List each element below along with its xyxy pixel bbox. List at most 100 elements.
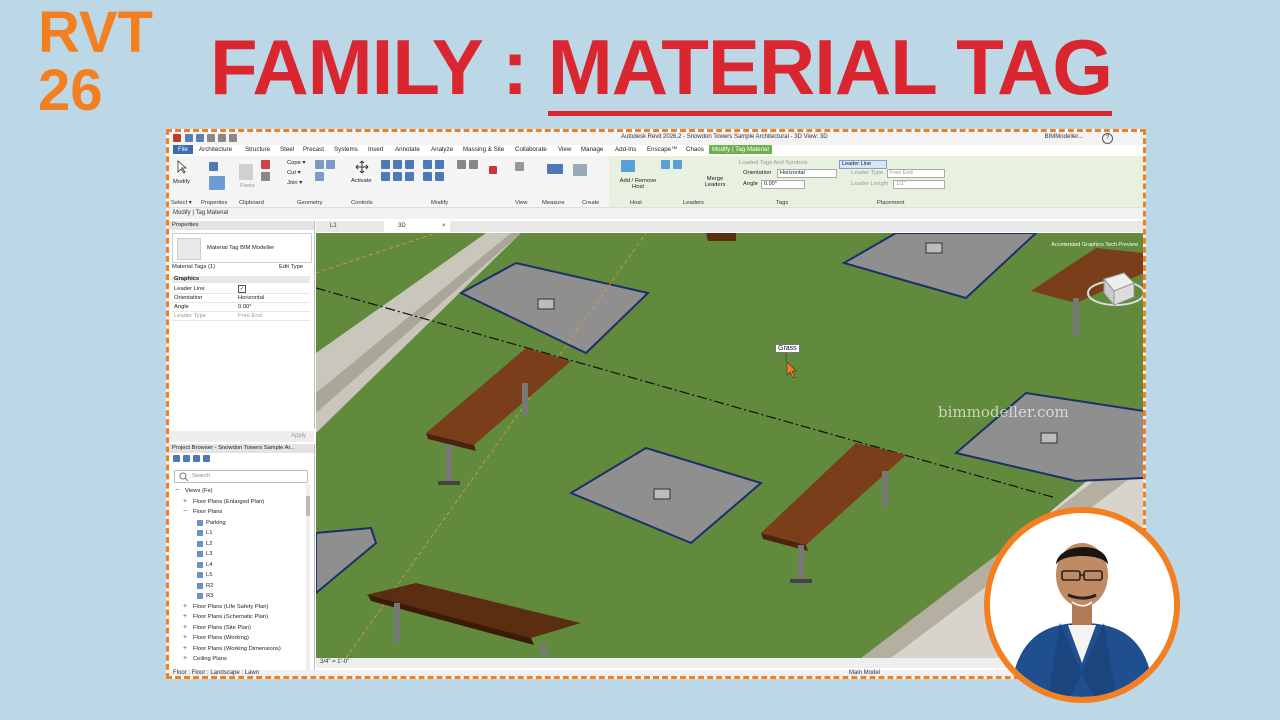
angle-input[interactable]: 0.00° — [761, 180, 805, 189]
tree-item[interactable]: L4 — [169, 561, 309, 571]
split-icon[interactable] — [435, 160, 444, 169]
apply-button[interactable]: Apply — [291, 433, 306, 439]
browser-tool-icon[interactable] — [183, 455, 190, 462]
tree-item[interactable]: + Floor Plans (Enlarged Plan) — [169, 498, 309, 508]
array-icon[interactable] — [423, 172, 432, 181]
unpin-icon[interactable] — [469, 160, 478, 169]
material-tag[interactable]: Grass — [775, 344, 800, 353]
paint-icon[interactable] — [315, 172, 324, 181]
expand-icon[interactable]: + — [183, 498, 187, 505]
cope-button[interactable]: Cope ▾ — [287, 160, 305, 166]
loaded-tags-button[interactable]: Loaded Tags And Symbols — [739, 160, 808, 166]
instance-filter[interactable]: Material Tags (1) — [172, 264, 215, 270]
cut-geometry-button[interactable]: Cut ▾ — [287, 170, 301, 176]
tree-item[interactable]: L3 — [169, 550, 309, 560]
tree-item[interactable]: + Floor Plans (Working Dimensions) — [169, 645, 309, 655]
create-assembly-icon[interactable] — [573, 164, 587, 176]
undo-icon[interactable] — [207, 134, 215, 142]
collapse-icon[interactable]: − — [183, 508, 187, 515]
expand-icon[interactable]: + — [183, 603, 187, 610]
leader-line-toggle[interactable]: Leader Line — [839, 160, 887, 169]
view-scale[interactable]: 3/4" = 1'-0" — [320, 659, 349, 665]
expand-icon[interactable]: + — [183, 634, 187, 641]
paste-icon[interactable] — [239, 164, 253, 180]
tab-systems[interactable]: Systems — [334, 146, 358, 153]
rotate-icon[interactable] — [405, 172, 414, 181]
expand-icon[interactable]: + — [183, 645, 187, 652]
tree-item[interactable]: + Floor Plans (Working) — [169, 634, 309, 644]
copy-icon[interactable] — [261, 172, 270, 181]
browser-tool-icon[interactable] — [193, 455, 200, 462]
tree-item[interactable]: − Views (Fe) — [169, 487, 309, 497]
revit-logo-icon[interactable] — [173, 134, 181, 142]
properties-icon[interactable] — [209, 162, 218, 171]
offset-icon[interactable] — [393, 160, 402, 169]
tree-item[interactable]: + Floor Plans (Schematic Plan) — [169, 613, 309, 623]
orientation-select[interactable]: Horizontal — [777, 169, 837, 178]
tree-item[interactable]: L5 — [169, 571, 309, 581]
add-remove-host-icon[interactable] — [621, 160, 635, 172]
collapse-icon[interactable]: − — [175, 487, 179, 494]
align-icon[interactable] — [381, 160, 390, 169]
move-icon[interactable] — [381, 172, 390, 181]
copy-element-icon[interactable] — [393, 172, 402, 181]
prop-value[interactable]: 0.00° — [238, 304, 252, 310]
open-icon[interactable] — [185, 134, 193, 142]
tree-item[interactable]: + Floor Plans (Site Plan) — [169, 624, 309, 634]
view-icon[interactable] — [515, 162, 524, 171]
tree-item[interactable]: − Floor Plans — [169, 508, 309, 518]
scroll-thumb[interactable] — [306, 496, 310, 516]
graphics-toggle[interactable]: Accelerated Graphics Tech Preview — [1051, 242, 1138, 248]
tab-structure[interactable]: Structure — [245, 146, 270, 153]
browser-tool-icon[interactable] — [173, 455, 180, 462]
tab-manage[interactable]: Manage — [581, 146, 603, 153]
leader-length-input[interactable]: 1/2" — [893, 180, 945, 189]
tab-modify-tag-material[interactable]: Modify | Tag Material — [709, 145, 772, 154]
panel-select[interactable]: Select ▾ — [171, 200, 192, 206]
expand-icon[interactable]: + — [183, 655, 187, 662]
tab-insert[interactable]: Insert — [368, 146, 383, 153]
graphics-group[interactable]: Graphics — [172, 276, 310, 283]
tab-file[interactable]: File — [173, 145, 193, 154]
tab-massing-site[interactable]: Massing & Site — [463, 146, 504, 153]
type-selector[interactable]: Material Tag BIM Modeller — [172, 233, 312, 263]
delete-icon[interactable] — [489, 166, 497, 174]
type-properties-icon[interactable] — [209, 176, 225, 190]
browser-search-input[interactable]: Search — [174, 470, 308, 483]
wall-joins-icon[interactable] — [315, 160, 324, 169]
expand-icon[interactable]: + — [183, 613, 187, 620]
split-face-icon[interactable] — [326, 160, 335, 169]
tab-architecture[interactable]: Architecture — [199, 146, 232, 153]
tree-item[interactable]: R3 — [169, 592, 309, 602]
tab-precast[interactable]: Precast — [303, 146, 324, 153]
tree-item[interactable]: Parking — [169, 519, 309, 529]
join-button[interactable]: Join ▾ — [287, 180, 302, 186]
tree-item[interactable]: L2 — [169, 540, 309, 550]
tab-add-ins[interactable]: Add-Ins — [615, 146, 636, 153]
remove-leader-icon[interactable] — [673, 160, 682, 169]
trim-icon[interactable] — [423, 160, 432, 169]
tree-item[interactable]: R2 — [169, 582, 309, 592]
add-remove-host-button[interactable]: Add / Remove Host — [615, 178, 661, 190]
tree-item[interactable]: + Ceiling Plans — [169, 655, 309, 665]
tab-collaborate[interactable]: Collaborate — [515, 146, 547, 153]
tab-annotate[interactable]: Annotate — [395, 146, 420, 153]
print-icon[interactable] — [229, 134, 237, 142]
modify-tool[interactable] — [175, 160, 189, 174]
help-icon[interactable]: ? — [1102, 133, 1113, 144]
expand-icon[interactable]: + — [183, 624, 187, 631]
browser-scrollbar[interactable] — [306, 484, 310, 674]
cut-icon[interactable] — [261, 160, 270, 169]
tab-chaos[interactable]: Chaos — [686, 146, 704, 153]
add-leader-icon[interactable] — [661, 160, 670, 169]
tab-enscape[interactable]: Enscape™ — [647, 146, 677, 153]
tab-steel[interactable]: Steel — [280, 146, 294, 153]
leader-type-select[interactable]: Free End — [887, 169, 945, 178]
measure-icon[interactable] — [547, 164, 563, 174]
browser-tool-icon[interactable] — [203, 455, 210, 462]
edit-type-button[interactable]: Edit Type — [279, 264, 303, 270]
active-workset[interactable]: Main Model — [849, 670, 880, 676]
close-icon[interactable]: × — [442, 223, 446, 229]
merge-leaders-button[interactable]: Merge Leaders — [701, 176, 729, 188]
activate-controls-icon[interactable] — [355, 160, 369, 176]
